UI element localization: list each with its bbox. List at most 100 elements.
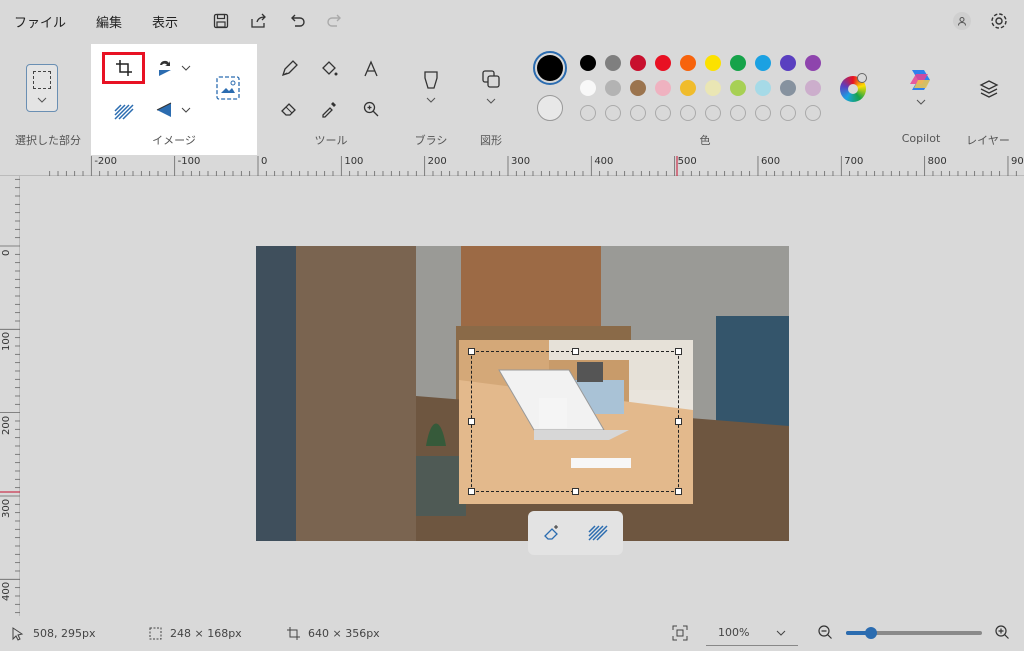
palette-custom-slot[interactable] xyxy=(605,105,621,121)
palette-color[interactable] xyxy=(755,55,771,71)
remove-background-icon xyxy=(588,525,608,541)
zoom-tool-icon[interactable] xyxy=(356,94,386,124)
ruler-label: 200 xyxy=(427,156,447,167)
remove-background-floating-button[interactable] xyxy=(586,522,610,544)
ruler-label: 0 xyxy=(1,249,12,256)
resize-handle[interactable] xyxy=(572,488,579,495)
fill-bucket-icon[interactable] xyxy=(314,54,344,84)
palette-color[interactable] xyxy=(780,80,796,96)
palette-color[interactable] xyxy=(705,80,721,96)
group-label-shapes: 図形 xyxy=(480,134,502,147)
menu-view[interactable]: 表示 xyxy=(152,12,178,31)
chevron-down-icon xyxy=(776,630,786,636)
crop-button[interactable] xyxy=(102,52,145,84)
palette-custom-slot[interactable] xyxy=(780,105,796,121)
ruler-label: 100 xyxy=(1,332,12,352)
zoom-out-icon xyxy=(818,625,832,639)
palette-custom-slot[interactable] xyxy=(655,105,671,121)
secondary-color-swatch[interactable] xyxy=(537,95,563,121)
palette-color[interactable] xyxy=(730,80,746,96)
share-icon[interactable] xyxy=(248,10,270,32)
palette-color[interactable] xyxy=(805,80,821,96)
selection-marquee[interactable] xyxy=(468,348,682,495)
palette-color[interactable] xyxy=(655,55,671,71)
resize-handle[interactable] xyxy=(468,488,475,495)
save-icon[interactable] xyxy=(210,10,232,32)
selection-tool-button[interactable] xyxy=(26,64,58,112)
palette-color[interactable] xyxy=(680,80,696,96)
menu-file[interactable]: ファイル xyxy=(14,12,66,31)
settings-gear-icon[interactable] xyxy=(989,11,1009,35)
primary-color-fill xyxy=(537,55,563,81)
ruler-label: 900 xyxy=(1010,156,1024,167)
ruler-label: -100 xyxy=(177,156,201,167)
palette-custom-slot[interactable] xyxy=(730,105,746,121)
menu-edit[interactable]: 編集 xyxy=(96,12,122,31)
palette-custom-slot[interactable] xyxy=(705,105,721,121)
rotate-button[interactable] xyxy=(155,56,195,80)
cursor-position-icon xyxy=(12,627,24,641)
palette-color[interactable] xyxy=(755,80,771,96)
vertical-ruler: 0 100 200 300 400 xyxy=(0,176,20,616)
resize-handle[interactable] xyxy=(675,488,682,495)
menu-bar: ファイル 編集 表示 xyxy=(0,0,1024,42)
group-label-tools: ツール xyxy=(314,134,348,147)
copilot-icon[interactable] xyxy=(906,66,936,110)
palette-color[interactable] xyxy=(705,55,721,71)
group-label-image: イメージ xyxy=(152,134,196,147)
fit-to-window-icon xyxy=(672,625,688,641)
canvas-image[interactable] xyxy=(256,246,789,541)
zoom-slider-thumb[interactable] xyxy=(865,627,877,639)
brush-icon[interactable] xyxy=(416,64,446,112)
zoom-in-button[interactable] xyxy=(994,624,1012,642)
resize-handle[interactable] xyxy=(468,348,475,355)
resize-handle[interactable] xyxy=(675,348,682,355)
palette-color[interactable] xyxy=(780,55,796,71)
chevron-down-icon xyxy=(181,65,191,71)
ruler-label: 600 xyxy=(760,156,781,167)
palette-color[interactable] xyxy=(630,80,646,96)
ruler-label: 100 xyxy=(344,156,364,167)
palette-color[interactable] xyxy=(580,55,596,71)
flip-button[interactable] xyxy=(155,98,195,122)
palette-color[interactable] xyxy=(630,55,646,71)
cursor-position: 508, 295px xyxy=(33,627,96,640)
palette-custom-slot[interactable] xyxy=(580,105,596,121)
zoom-select[interactable]: 100% xyxy=(706,620,798,646)
palette-color[interactable] xyxy=(730,55,746,71)
pencil-icon[interactable] xyxy=(274,54,304,84)
palette-color[interactable] xyxy=(605,80,621,96)
eraser-icon[interactable] xyxy=(274,94,304,124)
zoom-out-button[interactable] xyxy=(817,624,835,642)
palette-color[interactable] xyxy=(605,55,621,71)
account-icon[interactable] xyxy=(953,12,971,30)
shapes-icon[interactable] xyxy=(476,64,506,112)
remove-background-button[interactable] xyxy=(109,100,139,124)
group-label-colors: 色 xyxy=(699,134,711,147)
generative-erase-button[interactable] xyxy=(540,522,564,544)
palette-custom-slot[interactable] xyxy=(680,105,696,121)
zoom-slider[interactable] xyxy=(846,627,982,639)
palette-color[interactable] xyxy=(655,80,671,96)
layers-icon[interactable] xyxy=(974,74,1004,104)
palette-custom-slot[interactable] xyxy=(630,105,646,121)
undo-icon[interactable] xyxy=(286,10,308,32)
palette-color[interactable] xyxy=(680,55,696,71)
redo-icon[interactable] xyxy=(324,10,346,32)
palette-color[interactable] xyxy=(580,80,596,96)
image-properties-button[interactable] xyxy=(214,74,242,102)
fit-to-window-button[interactable] xyxy=(672,625,690,643)
text-icon[interactable] xyxy=(356,54,386,84)
resize-handle[interactable] xyxy=(468,418,475,425)
ruler-label: 800 xyxy=(927,156,947,167)
selection-size-icon xyxy=(149,627,162,640)
edit-colors-icon[interactable] xyxy=(840,73,867,102)
palette-custom-slot[interactable] xyxy=(805,105,821,121)
resize-handle[interactable] xyxy=(572,348,579,355)
resize-handle[interactable] xyxy=(675,418,682,425)
ruler-label: 400 xyxy=(594,156,614,167)
palette-color[interactable] xyxy=(805,55,821,71)
color-picker-icon[interactable] xyxy=(314,94,344,124)
primary-color-swatch[interactable] xyxy=(533,51,567,85)
palette-custom-slot[interactable] xyxy=(755,105,771,121)
